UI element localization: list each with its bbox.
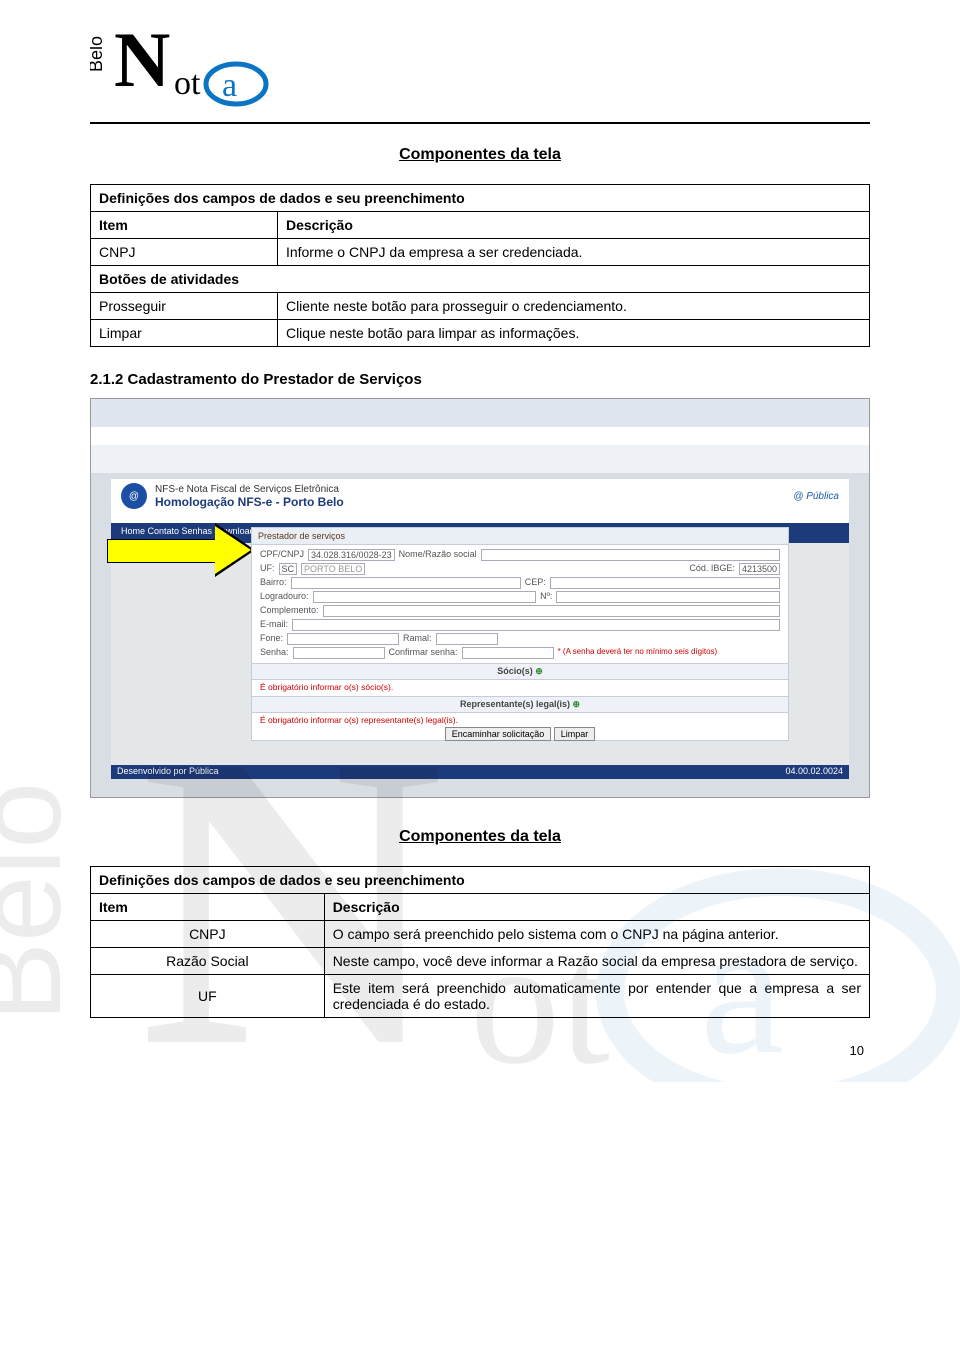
lbl-confirmar: Confirmar senha:	[389, 647, 458, 659]
err-rep: É obrigatório informar o(s) representant…	[260, 715, 780, 725]
lbl-email: E-mail:	[260, 619, 288, 631]
table2-r1-desc: O campo será preenchido pelo sistema com…	[324, 921, 869, 948]
fone-field[interactable]	[287, 633, 399, 645]
limpar-button[interactable]: Limpar	[554, 727, 596, 741]
lbl-log: Logradouro:	[260, 591, 309, 603]
table1-r2-desc: Cliente neste botão para prosseguir o cr…	[277, 293, 869, 320]
table1-sub2: Botões de atividades	[91, 266, 870, 293]
table1-r1-desc: Informe o CNPJ da empresa a ser credenci…	[277, 239, 869, 266]
publica-logo-icon: @	[121, 483, 147, 509]
components-title-2: Componentes da tela	[90, 828, 870, 846]
lbl-uf: UF:	[260, 563, 275, 575]
add-icon[interactable]: ⊕	[535, 666, 543, 676]
num-field[interactable]	[556, 591, 780, 603]
ss-footer: Desenvolvido por Pública 04.00.02.0024	[111, 765, 849, 779]
senha-hint: * (A senha deverá ter no mínimo seis díg…	[558, 647, 718, 659]
err-socios: É obrigatório informar o(s) sócio(s).	[260, 682, 780, 692]
svg-text:a: a	[222, 67, 237, 104]
table2-header-item: Item	[91, 894, 325, 921]
content: Componentes da tela Definições dos campo…	[0, 146, 960, 1082]
prestador-form: Prestador de serviços CPF/CNPJ 34.028.316…	[251, 527, 789, 741]
nome-field[interactable]	[481, 549, 780, 561]
header: Belo N ot a	[0, 0, 960, 122]
bairro-field[interactable]	[291, 577, 521, 589]
table1-r1-item: CNPJ	[91, 239, 278, 266]
svg-text:N: N	[114, 24, 170, 103]
table1-header-item: Item	[91, 212, 278, 239]
table2-header-desc: Descrição	[324, 894, 869, 921]
rep-hdr: Representante(s) legal(is)	[460, 699, 570, 709]
table1-r2-item: Prosseguir	[91, 293, 278, 320]
table2-r3-desc: Este item será preenchido automaticament…	[324, 975, 869, 1018]
lbl-ramal: Ramal:	[403, 633, 432, 645]
table2-r2-desc: Neste campo, você deve informar a Razão …	[324, 948, 869, 975]
table1-r3-item: Limpar	[91, 320, 278, 347]
table1-sub1: Definições dos campos de dados e seu pre…	[91, 185, 870, 212]
comp-field[interactable]	[323, 605, 780, 617]
lbl-comp: Complemento:	[260, 605, 319, 617]
val-uf[interactable]: SC	[279, 563, 298, 575]
yellow-arrow-callout	[107, 523, 257, 577]
cep-field[interactable]	[550, 577, 780, 589]
table2-r1-item: CNPJ	[91, 921, 325, 948]
header-divider	[90, 122, 870, 124]
lbl-num: Nº:	[540, 591, 552, 603]
add-icon-2[interactable]: ⊕	[573, 699, 581, 709]
footer-right: 04.00.02.0024	[785, 766, 843, 776]
page: Belo N ot a Componentes da tela Definiçõ…	[0, 0, 960, 1082]
components-title-1: Componentes da tela	[90, 146, 870, 164]
val-ibge[interactable]: 4213500	[739, 563, 780, 575]
table1-r3-desc: Clique neste botão para limpar as inform…	[277, 320, 869, 347]
val-city[interactable]: PORTO BELO	[301, 563, 365, 575]
lbl-cpfcnpj: CPF/CNPJ	[260, 549, 304, 561]
appbar-title: NFS-e Nota Fiscal de Serviços Eletrônica	[155, 484, 344, 495]
svg-text:ot: ot	[174, 65, 201, 102]
lbl-fone: Fone:	[260, 633, 283, 645]
belonota-logo: Belo N ot a	[90, 24, 300, 110]
page-number: 10	[850, 1043, 864, 1058]
socios-hdr: Sócio(s)	[497, 666, 533, 676]
lbl-ibge: Cód. IBGE:	[689, 563, 735, 575]
log-field[interactable]	[313, 591, 537, 603]
lbl-cep: CEP:	[525, 577, 546, 589]
table1-header-desc: Descrição	[277, 212, 869, 239]
form-panel-title: Prestador de serviços	[252, 528, 788, 545]
appbar-subtitle: Homologação NFS-e - Porto Belo	[155, 495, 344, 509]
lbl-nome: Nome/Razão social	[399, 549, 477, 561]
val-cpfcnpj[interactable]: 34.028.316/0028-23	[308, 549, 395, 561]
confirmar-field[interactable]	[462, 647, 554, 659]
footer-left: Desenvolvido por Pública	[117, 766, 219, 776]
embedded-screenshot: @ NFS-e Nota Fiscal de Serviços Eletrôni…	[90, 398, 870, 798]
table2-r2-item: Razão Social	[91, 948, 325, 975]
definitions-table-2: Definições dos campos de dados e seu pre…	[90, 866, 870, 1018]
table2-sub1: Definições dos campos de dados e seu pre…	[91, 867, 870, 894]
lbl-bairro: Bairro:	[260, 577, 287, 589]
table2-r3-item: UF	[91, 975, 325, 1018]
definitions-table-1: Definições dos campos de dados e seu pre…	[90, 184, 870, 347]
svg-text:Belo: Belo	[90, 36, 106, 72]
section-212-heading: 2.1.2 Cadastramento do Prestador de Serv…	[90, 371, 870, 388]
email-field[interactable]	[292, 619, 780, 631]
ramal-field[interactable]	[436, 633, 498, 645]
publica-badge: @ Pública	[793, 491, 839, 502]
senha-field[interactable]	[293, 647, 385, 659]
lbl-senha: Senha:	[260, 647, 289, 659]
encaminhar-button[interactable]: Encaminhar solicitação	[445, 727, 552, 741]
